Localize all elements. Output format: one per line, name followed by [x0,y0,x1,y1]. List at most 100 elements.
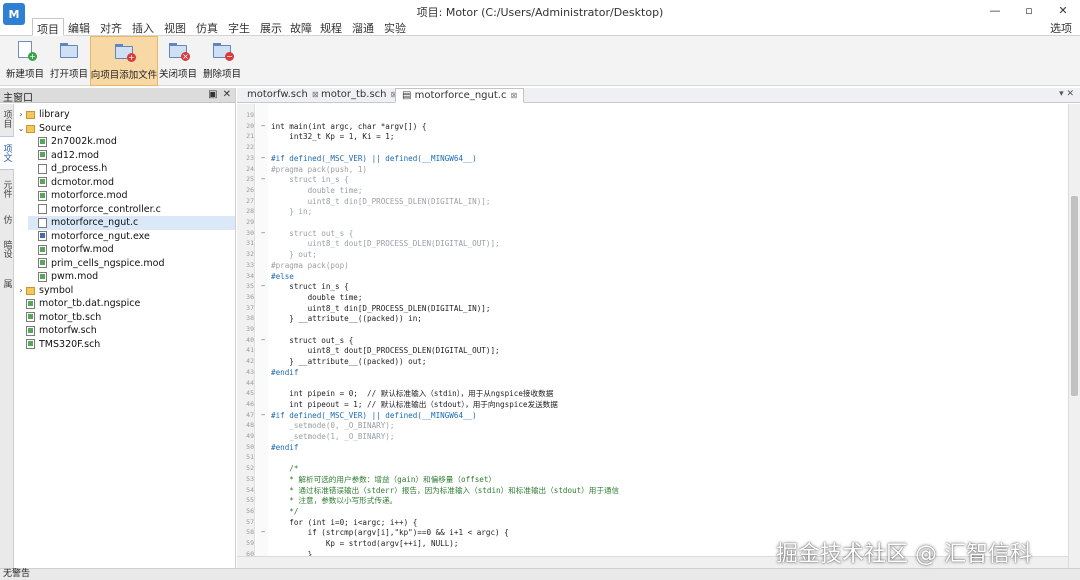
main-window-panel: 主窗口 ▣ ✕ 项目 项文元件仿暗设属 › library ⌄ Source 2n7002… [0,88,236,568]
tree-file[interactable]: TMS320F.sch [16,338,235,352]
tree-file[interactable]: motorforce_ngut.c [28,216,235,230]
maximize-button[interactable]: ▫ [1012,0,1046,20]
ribbon-button-label: 新建项目 [5,69,44,80]
fold-toggle-icon[interactable]: − [261,121,265,132]
line-number: 24 [246,164,254,173]
code-text: * 解析可选的用户参数：增益（gain）和偏移量（offset） [271,474,497,484]
panel-header: 主窗口 ▣ ✕ [0,88,235,104]
tree-folder[interactable]: ⌄ Source [16,122,235,136]
chevron-down-icon[interactable]: ⌄ [16,124,26,133]
menu-tab-9[interactable]: 规程 [316,18,346,36]
tab-menu-icon[interactable]: ▾ ✕ [1059,89,1074,99]
exe-file-icon [38,231,47,242]
tree-file[interactable]: ad12.mod [28,149,235,163]
folder-icon [26,286,35,295]
vertical-tab-5[interactable]: 属 [0,268,14,298]
editor-tab-0[interactable]: motorfw.sch ⊠ [241,88,325,103]
tree-file[interactable]: d_process.h [28,162,235,176]
code-line: 34 #else [237,271,1068,282]
vertical-scrollbar[interactable] [1068,104,1080,568]
tree-file[interactable]: motor_tb.sch [16,311,235,325]
options-menu[interactable]: 选项 [1050,20,1072,36]
ribbon-button-3[interactable]: × 关闭项目 [158,36,198,86]
tree-file[interactable]: motorfw.mod [28,243,235,257]
menu-tab-10[interactable]: 溜通 [348,18,378,36]
tree-file[interactable]: motorforce.mod [28,189,235,203]
close-tab-icon[interactable]: ⊠ [510,91,517,100]
menu-tab-5[interactable]: 仿真 [192,18,222,36]
menu-tab-1[interactable]: 编辑 [64,18,94,36]
tree-file[interactable]: 2n7002k.mod [28,135,235,149]
menu-tab-7[interactable]: 展示 [256,18,286,36]
code-line: 54 * 通过标准错误输出（stderr）报告，因为标准输入（stdin）和标准… [237,485,1068,496]
restore-panel-icon[interactable]: ▣ [208,89,217,100]
vertical-tab-1[interactable]: 项文 [0,136,14,170]
fold-toggle-icon[interactable]: − [261,174,265,185]
code-editor[interactable]: 19 20− int main(int argc, char *argv[]) {2… [237,104,1068,568]
editor-tab-label: motor_tb.sch [321,89,387,100]
code-line: 28 } in; [237,206,1068,217]
minimize-button[interactable]: — [978,0,1012,20]
line-number: 42 [246,357,254,366]
tree-folder[interactable]: › library [16,108,235,122]
tree-file[interactable]: motor_tb.dat.ngspice [16,297,235,311]
tree-file[interactable]: motorforce_controller.c [28,203,235,217]
menu-tab-2[interactable]: 对齐 [96,18,126,36]
fold-toggle-icon[interactable]: − [261,527,265,538]
ribbon-button-4[interactable]: − 删除项目 [199,36,245,86]
fold-toggle-icon[interactable]: − [261,228,265,239]
ribbon-button-0[interactable]: + 新建项目 [2,36,48,86]
code-text: if (strcmp(argv[i],"kp")==0 && i+1 < arg… [271,528,509,538]
tree-file[interactable]: prim_cells_ngspice.mod [28,257,235,271]
chevron-right-icon[interactable]: › [16,286,26,295]
code-line: 57 for (int i=0; i<argc; i++) { [237,517,1068,528]
code-text: #else [271,271,294,281]
fold-toggle-icon[interactable]: − [261,153,265,164]
fold-toggle-icon[interactable]: − [261,335,265,346]
editor-tab-2[interactable]: ▤ motorforce_ngut.c ⊠ [395,88,525,103]
menu-tab-8[interactable]: 故障 [286,18,316,36]
line-number: 34 [246,271,254,280]
menu-tab-0[interactable]: 项目 [32,18,64,36]
code-line: 40− struct out_s { [237,335,1068,346]
ribbon-button-1[interactable]: 打开项目 [48,36,90,86]
menu-tab-3[interactable]: 插入 [128,18,158,36]
menu-tab-6[interactable]: 字生 [224,18,254,36]
code-text: * 注意，参数以小写形式传递。 [271,496,398,506]
tree-file[interactable]: dcmotor.mod [28,176,235,190]
vertical-tab-0[interactable]: 项目 [0,104,14,134]
vertical-tab-3[interactable]: 仿 [0,208,14,230]
code-line: 23− #if defined(_MSC_VER) || defined(__MI… [237,153,1068,164]
app-logo[interactable]: M [3,3,25,25]
tree-item-label: prim_cells_ngspice.mod [51,257,165,269]
close-panel-icon[interactable]: ✕ [223,89,231,100]
tree-folder[interactable]: › symbol [16,284,235,298]
tree-file[interactable]: pwm.mod [28,270,235,284]
editor-tab-bar: ▾ ✕ motorfw.sch ⊠ motor_tb.sch ⊠ ▤ motorforc… [237,88,1080,103]
line-number: 53 [246,474,254,483]
model-file-icon [26,339,35,350]
scrollbar-thumb[interactable] [1071,196,1078,396]
fold-toggle-icon[interactable]: − [261,410,265,421]
source-file-icon [38,204,47,215]
close-badge: × [181,52,190,61]
editor-tab-1[interactable]: motor_tb.sch ⊠ [315,88,403,103]
code-line: 31 uint8_t dout[D_PROCESS_DLEN(DIGITAL_O… [237,238,1068,249]
vertical-tab-2[interactable]: 元件 [0,174,14,204]
chevron-right-icon[interactable]: › [16,110,26,119]
tree-item-label: motor_tb.sch [39,311,102,323]
code-line: 53 * 解析可选的用户参数：增益（gain）和偏移量（offset） [237,474,1068,485]
menu-tab-11[interactable]: 实验 [380,18,410,36]
close-button[interactable]: ✕ [1046,0,1080,20]
menu-tab-4[interactable]: 视图 [160,18,190,36]
line-number: 56 [246,506,254,515]
line-number: 22 [246,143,254,152]
code-line: 45 int pipein = 0; // 默认标准输入（stdin），用于从n… [237,388,1068,399]
tree-file[interactable]: motorfw.sch [16,324,235,338]
tree-file[interactable]: motorforce_ngut.exe [28,230,235,244]
ribbon-button-2[interactable]: + 向项目添加文件 [90,36,158,86]
vertical-tab-4[interactable]: 暗设 [0,232,14,266]
title-bar: M 项目: Motor (C:/Users/Administrator/Desk… [0,0,1080,25]
fold-toggle-icon[interactable]: − [261,281,265,292]
code-text: #endif [271,442,299,452]
